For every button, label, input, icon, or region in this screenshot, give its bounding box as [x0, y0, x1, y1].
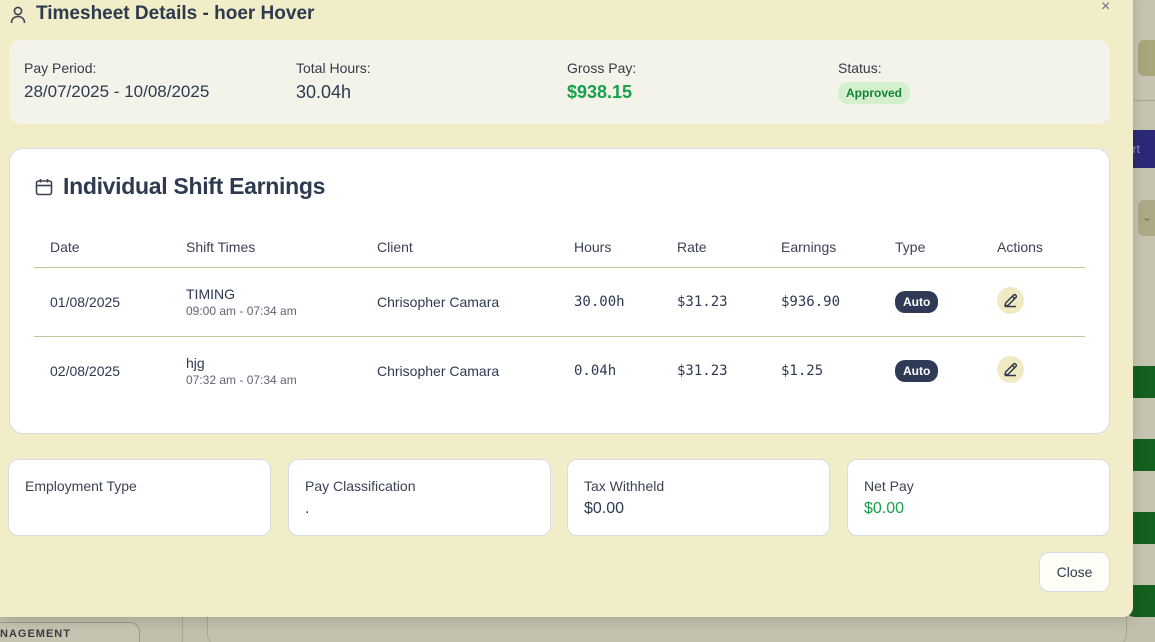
column-header-shift-times[interactable]: Shift Times — [186, 227, 377, 268]
column-header-rate[interactable]: Rate — [677, 227, 781, 268]
tax-withheld-card: Tax Withheld $0.00 — [567, 459, 830, 536]
shift-earnings-table: Date Shift Times Client Hours Rate Earni… — [34, 227, 1085, 405]
net-pay-card: Net Pay $0.00 — [847, 459, 1110, 536]
type-badge: Auto — [895, 290, 939, 313]
column-header-actions: Actions — [997, 227, 1085, 268]
column-header-type[interactable]: Type — [895, 227, 997, 268]
modal-header: Timesheet Details - hoer Hover × — [10, 0, 1120, 30]
cell-actions — [997, 267, 1085, 337]
pay-period: Pay Period: 28/07/2025 - 10/08/2025 — [24, 60, 209, 102]
cell-date: 01/08/2025 — [34, 267, 186, 337]
table-row: 01/08/2025 TIMING 09:00 am - 07:34 am Ch… — [34, 267, 1085, 337]
calendar-icon — [35, 179, 53, 196]
cell-hours: 30.00h — [574, 267, 677, 337]
column-header-hours[interactable]: Hours — [574, 227, 677, 268]
net-pay-label: Net Pay — [864, 478, 914, 494]
cell-date: 02/08/2025 — [50, 362, 121, 379]
shift-earnings-title: Individual Shift Earnings — [63, 173, 326, 199]
net-pay-value: $0.00 — [864, 500, 905, 517]
modal-title: Timesheet Details - hoer Hover — [36, 3, 315, 24]
background-highlight — [1138, 40, 1155, 76]
tax-withheld-value: $0.00 — [584, 500, 625, 517]
cell-shift-times: TIMING 09:00 am - 07:34 am — [186, 267, 377, 337]
cell-rate: $31.23 — [677, 267, 781, 337]
status: Status: Approved — [838, 60, 911, 104]
employment-type-label: Employment Type — [25, 478, 137, 494]
pencil-icon — [1004, 293, 1018, 307]
cell-earnings: $1.25 — [781, 362, 824, 379]
table-header-row: Date Shift Times Client Hours Rate Earni… — [34, 227, 1085, 268]
status-badge: Approved — [838, 82, 911, 104]
cell-earnings: $936.90 — [781, 267, 895, 337]
user-icon — [10, 6, 26, 24]
cell-actions — [997, 336, 1085, 405]
close-icon[interactable]: × — [1101, 0, 1117, 16]
background-sidebar-section-label: NAGEMENT — [0, 628, 71, 640]
cell-shift-times: hjg 07:32 am - 07:34 am — [186, 336, 377, 405]
cell-type: Auto — [895, 267, 997, 337]
pay-classification-card: Pay Classification . — [288, 459, 551, 536]
timesheet-details-modal: Timesheet Details - hoer Hover × Pay Per… — [0, 0, 1133, 617]
shift-time-range: 07:32 am - 07:34 am — [186, 372, 297, 387]
cell-client: Chrisopher Camara — [377, 362, 500, 379]
total-hours: Total Hours: 30.04h — [296, 60, 371, 103]
cell-client: Chrisopher Camara — [377, 267, 574, 337]
shift-time-range: 09:00 am - 07:34 am — [186, 303, 297, 318]
column-header-earnings[interactable]: Earnings — [781, 227, 895, 268]
pay-classification-label: Pay Classification — [305, 478, 416, 494]
close-button[interactable]: Close — [1039, 552, 1110, 592]
shift-name: hjg — [186, 354, 205, 371]
pencil-icon — [1004, 362, 1018, 376]
edit-shift-button[interactable] — [997, 355, 1024, 383]
pay-period-label: Pay Period: — [24, 60, 97, 76]
pay-period-value: 28/07/2025 - 10/08/2025 — [24, 82, 210, 101]
status-label: Status: — [838, 60, 882, 76]
chevron-down-icon: ⌄ — [1142, 210, 1153, 224]
shift-earnings-card: Individual Shift Earnings Date Shift Tim… — [9, 148, 1110, 434]
shift-name: TIMING — [186, 285, 235, 302]
table-row: 02/08/2025 hjg 07:32 am - 07:34 am Chris… — [34, 336, 1085, 405]
timesheet-summary: Pay Period: 28/07/2025 - 10/08/2025 Tota… — [9, 40, 1110, 124]
cell-type: Auto — [895, 336, 997, 405]
gross-pay: Gross Pay: $938.15 — [567, 60, 636, 103]
total-hours-value: 30.04h — [296, 82, 352, 102]
gross-pay-label: Gross Pay: — [567, 60, 637, 76]
total-hours-label: Total Hours: — [296, 60, 371, 76]
gross-pay-value: $938.15 — [567, 82, 633, 102]
cell-hours: 0.04h — [574, 362, 617, 379]
background-divider — [1133, 100, 1155, 101]
cell-rate: $31.23 — [677, 362, 728, 379]
background-divider — [182, 617, 183, 642]
pay-classification-value: . — [305, 500, 310, 517]
column-header-client[interactable]: Client — [377, 227, 574, 268]
column-header-date[interactable]: Date — [34, 227, 186, 268]
tax-withheld-label: Tax Withheld — [584, 478, 665, 494]
edit-shift-button[interactable] — [997, 286, 1024, 314]
employment-type-card: Employment Type — [8, 459, 271, 536]
type-badge: Auto — [895, 359, 939, 382]
